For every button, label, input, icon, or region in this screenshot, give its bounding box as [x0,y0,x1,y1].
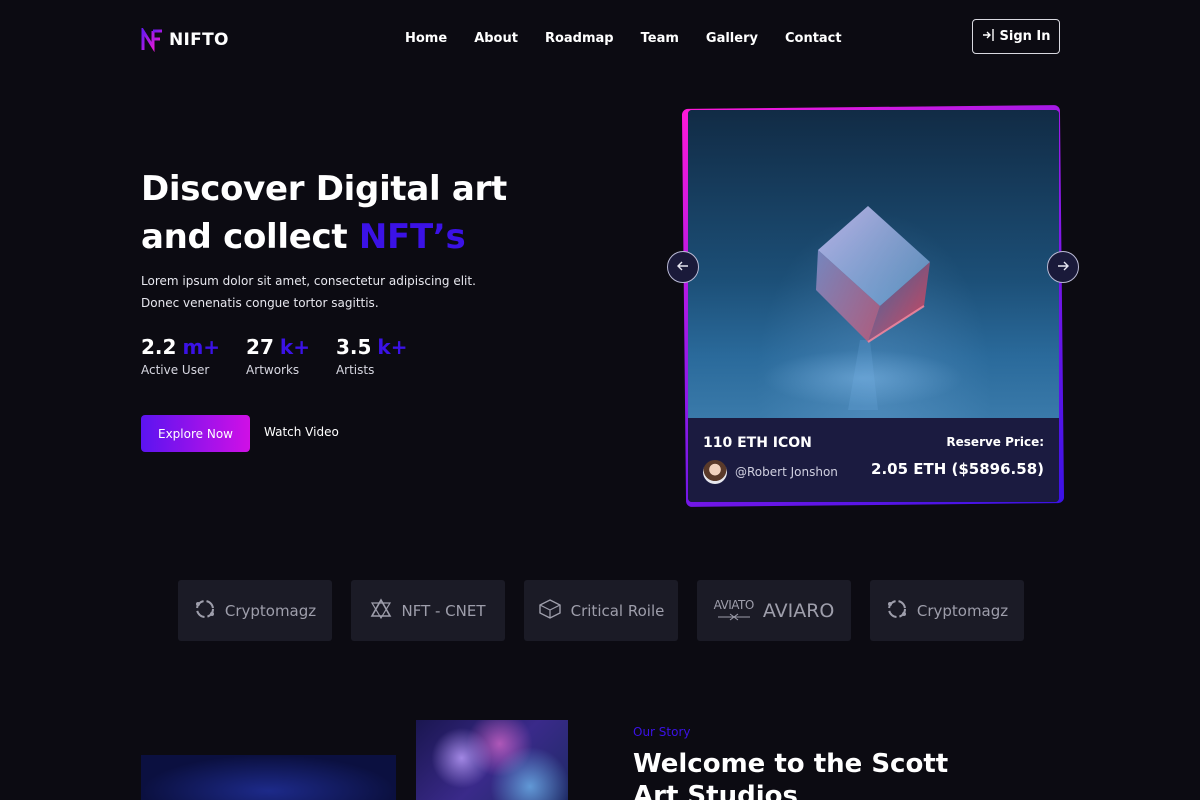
nav-contact[interactable]: Contact [785,31,842,46]
reserve-price-label: Reserve Price: [946,435,1044,449]
stat-suffix: k+ [279,335,310,359]
owner-avatar[interactable] [703,460,727,484]
story-image-left [141,755,396,800]
partner-name: Cryptomagz [224,601,317,620]
partner-logo[interactable]: Critical Roile [524,580,678,641]
story-image-right [416,720,568,800]
stat-value: 2.2 [141,335,177,359]
partner-logo[interactable]: Cryptomagz [870,580,1024,641]
reserve-price-value: 2.05 ETH ($5896.58) [871,460,1044,478]
watch-video-link[interactable]: Watch Video [264,425,339,439]
arrow-left-icon [676,258,690,277]
hero-desc-line1: Lorem ipsum dolor sit amet, consectetur … [141,274,476,288]
partner-name: Cryptomagz [916,601,1009,620]
stat-label: Artists [335,363,375,377]
stat-artworks: 27 k+ Artworks [246,335,310,377]
partner-name: Critical Roile [570,601,665,620]
stat-active-users: 2.2 m+ Active User [141,335,220,377]
partner-logo[interactable]: Cryptomagz [178,580,332,641]
aviato-icon: AVIATO [714,599,754,623]
owner-handle[interactable]: @Robert Jonshon [735,465,838,479]
brand-logo[interactable]: NIFTO [141,25,229,53]
partner-name: AVIARO [762,599,835,622]
hero-title: Discover Digital art and collect NFT’s [141,165,561,261]
hero-title-line2: and collect [141,217,359,257]
stat-suffix: m+ [182,335,221,359]
sign-in-button[interactable]: Sign In [972,19,1060,54]
nft-title: 110 ETH ICON [703,435,812,451]
cryptomagz-icon [194,598,216,624]
cryptomagz-icon [886,598,908,624]
nav-roadmap[interactable]: Roadmap [545,31,614,46]
story-eyebrow: Our Story [633,725,691,739]
hero-desc-line2: Donec venenatis congue tortor sagittis. [141,296,379,310]
hero-stats: 2.2 m+ Active User 27 k+ Artworks 3.5 k+ Ar… [141,335,407,377]
carousel-next-button[interactable] [1047,251,1079,283]
stat-artists: 3.5 k+ Artists [336,335,408,377]
partner-name: NFT - CNET [401,601,486,620]
partner-logo[interactable]: NFT - CNET [351,580,505,641]
stat-value: 27 [246,335,274,359]
nav-gallery[interactable]: Gallery [706,31,758,46]
featured-nft-card[interactable]: 110 ETH ICON @Robert Jonshon Reserve Pri… [688,110,1059,502]
hero-title-line1: Discover Digital art [141,169,507,209]
nft-cnet-icon [370,597,392,624]
nft-artwork-image [688,110,1059,418]
stat-value: 3.5 [335,335,372,359]
nav-about[interactable]: About [474,31,518,46]
main-nav: Home About Roadmap Team Gallery Contact [405,31,869,46]
hero-description: Lorem ipsum dolor sit amet, consectetur … [141,270,481,314]
nf-monogram-icon [141,25,163,53]
hero-title-accent: NFT’s [358,217,466,257]
stat-label: Active User [141,363,210,377]
partner-logo[interactable]: AVIATO AVIARO [697,580,851,641]
carousel-prev-button[interactable] [667,251,699,283]
stat-label: Artworks [246,363,300,377]
stat-suffix: k+ [377,335,408,359]
critical-roile-icon [538,598,562,624]
nav-home[interactable]: Home [405,31,447,46]
arrow-right-icon [1056,258,1070,277]
explore-now-button[interactable]: Explore Now [141,415,250,452]
login-icon [982,28,996,46]
brand-name: NIFTO [169,30,229,50]
sign-in-label: Sign In [999,29,1051,44]
story-title: Welcome to the Scott Art Studios [633,749,949,800]
card-footer: 110 ETH ICON @Robert Jonshon Reserve Pri… [688,418,1059,502]
nav-team[interactable]: Team [641,31,679,46]
partner-logos: Cryptomagz NFT - CNET Critical Roile AVI… [178,580,1024,641]
aviato-mark: AVIATO [713,597,755,612]
